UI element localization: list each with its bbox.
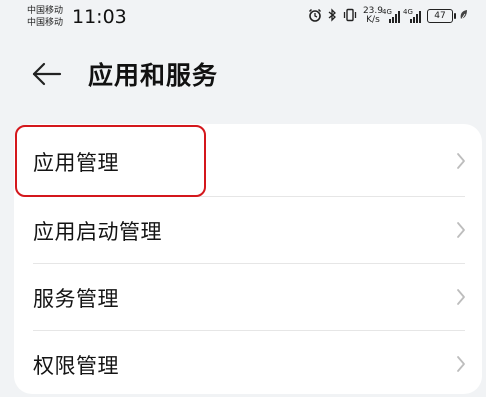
status-icons: 23.9 K/s 4G 4G 47: [308, 7, 468, 25]
carrier-1: 中国移动: [27, 6, 64, 16]
list-item-label: 应用启动管理: [33, 220, 162, 244]
header: 应用和服务: [0, 54, 486, 94]
chevron-right-icon: [457, 153, 465, 169]
carrier-2: 中国移动: [27, 18, 64, 28]
status-bar: 中国移动 中国移动 11:03 23.9 K/s 4G 4G 47: [0, 0, 486, 36]
signal-icon: 4G: [382, 8, 400, 23]
clock: 11:03: [72, 6, 127, 28]
net-speed-unit: K/s: [366, 15, 380, 25]
list-item-permission-management[interactable]: 权限管理: [14, 331, 482, 397]
list-item-label: 应用管理: [33, 151, 119, 175]
carrier-info: 中国移动 中国移动: [27, 5, 63, 29]
signal-1-tag: 4G: [382, 8, 392, 16]
list-item-label: 服务管理: [33, 287, 119, 311]
chevron-right-icon: [457, 356, 465, 372]
settings-list-card: 应用管理 应用启动管理 服务管理 权限管理: [14, 124, 482, 394]
list-item-service-management[interactable]: 服务管理: [14, 264, 482, 330]
leaf-icon: [459, 9, 468, 24]
bluetooth-icon: [328, 7, 337, 25]
net-speed: 23.9 K/s: [363, 7, 383, 25]
list-item-label: 权限管理: [33, 354, 119, 378]
chevron-right-icon: [457, 289, 465, 305]
vibrate-icon: [343, 8, 357, 25]
list-item-app-launch-management[interactable]: 应用启动管理: [14, 197, 482, 263]
chevron-right-icon: [457, 222, 465, 238]
page-title: 应用和服务: [88, 61, 219, 90]
alarm-icon: [308, 8, 322, 25]
list-item-app-management[interactable]: 应用管理: [14, 128, 482, 194]
arrow-left-icon[interactable]: [30, 60, 64, 88]
signal-icon: 4G: [403, 8, 421, 23]
signal-2-tag: 4G: [403, 8, 413, 16]
battery-icon: 47: [427, 9, 456, 23]
